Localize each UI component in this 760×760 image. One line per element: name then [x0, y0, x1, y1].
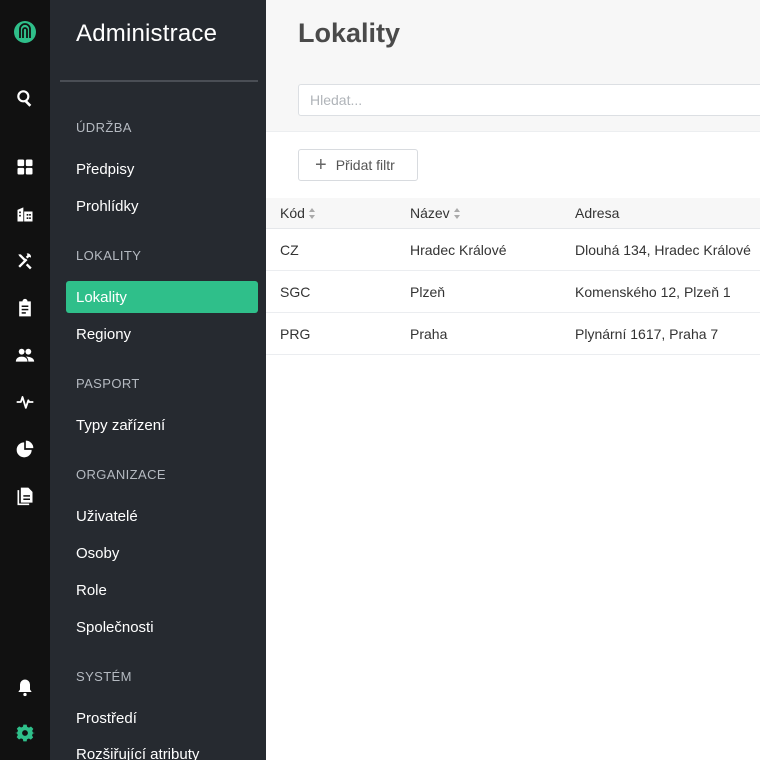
- table-row[interactable]: CZ Hradec Králové Dlouhá 134, Hradec Krá…: [266, 229, 760, 271]
- plus-icon: +: [315, 154, 327, 176]
- column-header-label: Adresa: [575, 205, 620, 221]
- page-title: Lokality: [298, 18, 401, 48]
- table-header: Kód Název Adresa: [266, 198, 760, 229]
- sidebar-item-prostredi[interactable]: Prostředí: [66, 702, 258, 734]
- pie-chart-icon[interactable]: [13, 437, 37, 461]
- sort-icon: [453, 207, 460, 219]
- sidebar-item-regiony[interactable]: Regiony: [66, 318, 258, 350]
- search-icon[interactable]: [13, 86, 37, 110]
- users-icon[interactable]: [13, 343, 37, 367]
- column-header-label: Kód: [280, 205, 305, 221]
- cell-kod: SGC: [280, 284, 311, 300]
- buildings-icon[interactable]: [13, 202, 37, 226]
- activity-icon[interactable]: [13, 390, 37, 414]
- tools-icon[interactable]: [13, 249, 37, 273]
- cell-adresa: Dlouhá 134, Hradec Králové: [575, 242, 751, 258]
- add-filter-label: Přidat filtr: [335, 157, 395, 173]
- cell-adresa: Komenského 12, Plzeň 1: [575, 284, 731, 300]
- sidebar-item-typy-zarizeni[interactable]: Typy zařízení: [66, 409, 258, 441]
- cell-kod: PRG: [280, 326, 311, 342]
- column-header-kod[interactable]: Kód: [280, 205, 315, 221]
- sidebar-item-lokality[interactable]: Lokality: [66, 281, 258, 313]
- cell-nazev: Hradec Králové: [410, 242, 507, 258]
- section-label-pasport: PASPORT: [76, 376, 140, 391]
- sidebar-item-rozsirujici-atributy[interactable]: Rozšiřující atributy: [66, 738, 258, 760]
- sidebar-title: Administrace: [76, 20, 218, 47]
- column-header-adresa[interactable]: Adresa: [575, 205, 619, 221]
- document-icon[interactable]: [13, 484, 37, 508]
- clipboard-icon[interactable]: [13, 296, 37, 320]
- cell-kod: CZ: [280, 242, 299, 258]
- cell-adresa: Plynární 1617, Praha 7: [575, 326, 719, 342]
- table-row[interactable]: PRG Praha Plynární 1617, Praha 7: [266, 313, 760, 355]
- main-content: Lokality + Přidat filtr Kód Název Adresa…: [266, 0, 760, 760]
- section-label-udrzba: ÚDRŽBA: [76, 120, 132, 135]
- admin-sidebar: Administrace ÚDRŽBA Předpisy Prohlídky L…: [50, 0, 266, 760]
- add-filter-button[interactable]: + Přidat filtr: [298, 149, 418, 181]
- sidebar-item-uzivatele[interactable]: Uživatelé: [66, 500, 258, 532]
- cell-nazev: Praha: [410, 326, 448, 342]
- section-label-lokality: LOKALITY: [76, 248, 142, 263]
- icon-rail: [0, 0, 50, 760]
- sidebar-item-predpisy[interactable]: Předpisy: [66, 153, 258, 185]
- bell-icon[interactable]: [13, 675, 37, 699]
- sidebar-item-role[interactable]: Role: [66, 574, 258, 606]
- search-input[interactable]: [298, 84, 760, 116]
- sidebar-item-spolecnosti[interactable]: Společnosti: [66, 611, 258, 643]
- sort-icon: [308, 207, 315, 219]
- section-label-system: SYSTÉM: [76, 669, 132, 684]
- cell-nazev: Plzeň: [410, 284, 446, 300]
- table-row[interactable]: SGC Plzeň Komenského 12, Plzeň 1: [266, 271, 760, 313]
- column-header-nazev[interactable]: Název: [410, 205, 460, 221]
- page-header: Lokality: [266, 0, 760, 132]
- logo-icon[interactable]: [13, 20, 37, 44]
- sidebar-divider: [60, 80, 258, 82]
- sidebar-item-osoby[interactable]: Osoby: [66, 537, 258, 569]
- sidebar-item-prohlidky[interactable]: Prohlídky: [66, 190, 258, 222]
- dashboard-icon[interactable]: [13, 155, 37, 179]
- section-label-organizace: ORGANIZACE: [76, 467, 166, 482]
- gear-icon[interactable]: [13, 721, 37, 745]
- column-header-label: Název: [410, 205, 450, 221]
